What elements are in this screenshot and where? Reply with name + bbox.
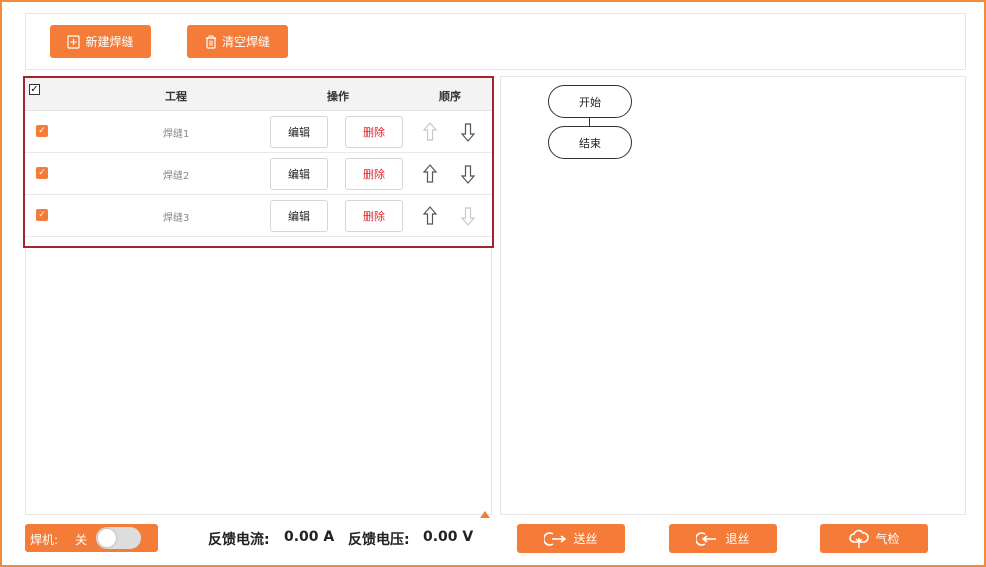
move-down-icon[interactable]	[460, 163, 476, 185]
flow-end-node[interactable]: 结束	[548, 126, 632, 159]
collapse-triangle-icon[interactable]	[480, 511, 490, 518]
gas-check-label: 气检	[875, 532, 900, 546]
trash-icon	[205, 35, 217, 49]
select-all-checkbox[interactable]: ✓	[29, 84, 40, 95]
feedback-voltage-value: 0.00 V	[423, 529, 474, 545]
top-toolbar: 新建焊缝 清空焊缝	[25, 13, 966, 70]
retract-wire-icon	[696, 531, 720, 547]
feed-wire-button[interactable]: 送丝	[517, 524, 625, 553]
move-down-icon[interactable]	[460, 205, 476, 227]
move-up-icon[interactable]	[422, 121, 438, 143]
delete-button[interactable]: 删除	[345, 158, 403, 190]
column-order: 顺序	[439, 90, 461, 103]
delete-button[interactable]: 删除	[345, 200, 403, 232]
gas-check-button[interactable]: 气检	[820, 524, 928, 553]
move-down-icon[interactable]	[460, 121, 476, 143]
edit-button[interactable]: 编辑	[270, 158, 328, 190]
feedback-voltage-label: 反馈电压:	[348, 532, 410, 548]
column-operation: 操作	[327, 90, 349, 103]
flow-start-node[interactable]: 开始	[548, 85, 632, 118]
gas-cloud-icon	[848, 529, 870, 549]
move-up-icon[interactable]	[422, 163, 438, 185]
retract-wire-button[interactable]: 退丝	[669, 524, 777, 553]
row-checkbox[interactable]: ✓	[36, 209, 48, 221]
welder-label: 焊机:	[30, 533, 59, 547]
welder-state: 关	[75, 533, 88, 547]
move-up-icon[interactable]	[422, 205, 438, 227]
feedback-current-value: 0.00 A	[284, 529, 335, 545]
new-weld-label: 新建焊缝	[85, 35, 134, 49]
delete-button[interactable]: 删除	[345, 116, 403, 148]
welder-toggle[interactable]	[96, 527, 141, 549]
table-row: ✓ 焊缝1 编辑 删除	[25, 111, 492, 153]
table-row: ✓ 焊缝2 编辑 删除	[25, 153, 492, 195]
feedback-current-label: 反馈电流:	[208, 532, 270, 548]
flow-panel: 开始 结束	[500, 76, 966, 515]
table-row: ✓ 焊缝3 编辑 删除	[25, 195, 492, 237]
weld-name: 焊缝1	[163, 129, 190, 140]
edit-button[interactable]: 编辑	[270, 200, 328, 232]
welder-power-control: 焊机: 关	[25, 524, 158, 552]
add-file-icon	[67, 34, 81, 49]
retract-wire-label: 退丝	[725, 532, 750, 546]
row-checkbox[interactable]: ✓	[36, 167, 48, 179]
table-header: ✓ 工程 操作 顺序	[25, 78, 492, 111]
row-checkbox[interactable]: ✓	[36, 125, 48, 137]
column-project: 工程	[165, 90, 187, 103]
weld-table: ✓ 工程 操作 顺序 ✓ 焊缝1 编辑 删除 ✓ 焊缝2 编辑 删除 ✓ 焊缝3…	[23, 76, 494, 248]
flow-connector	[589, 117, 590, 126]
toggle-knob	[98, 529, 116, 547]
feed-wire-label: 送丝	[573, 532, 598, 546]
weld-name: 焊缝2	[163, 171, 190, 182]
weld-name: 焊缝3	[163, 213, 190, 224]
clear-welds-button[interactable]: 清空焊缝	[187, 25, 288, 58]
edit-button[interactable]: 编辑	[270, 116, 328, 148]
clear-welds-label: 清空焊缝	[221, 35, 270, 49]
new-weld-button[interactable]: 新建焊缝	[50, 25, 151, 58]
feed-wire-icon	[544, 531, 568, 547]
